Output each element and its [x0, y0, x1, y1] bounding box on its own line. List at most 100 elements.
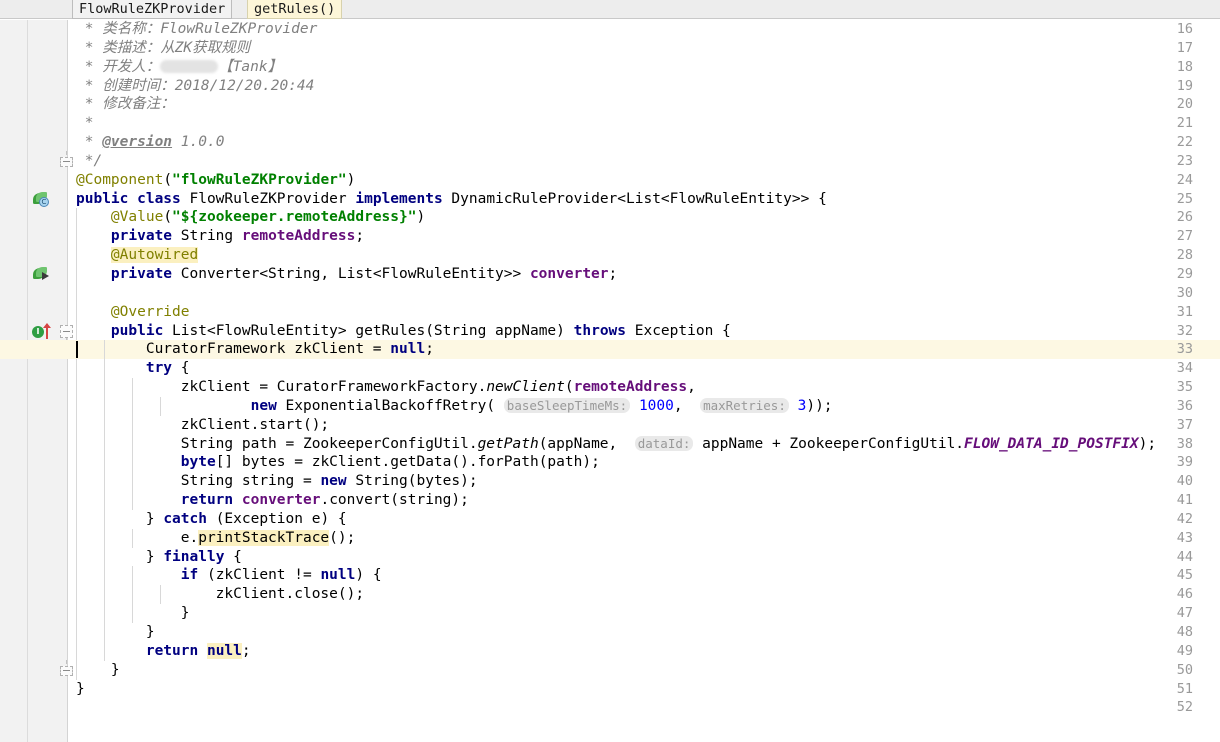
spring-autowired-icon[interactable]	[32, 266, 54, 283]
line-number: 50	[1176, 661, 1193, 678]
line-number: 38	[1176, 435, 1193, 452]
editor-window: FlowRuleZKProvider getRules() 16 * 类名称：F…	[0, 0, 1220, 742]
line-content: @Autowired	[110, 247, 199, 264]
line-content: e.printStackTrace();	[76, 529, 356, 546]
line-number: 29	[1176, 265, 1193, 282]
code-row[interactable]: 17 * 类描述：从ZK获取规则	[0, 39, 1220, 58]
implementing-method-icon[interactable]: I	[32, 322, 54, 340]
line-number: 33	[1176, 341, 1193, 358]
line-content: * 创建时间：2018/12/20.20:44	[76, 77, 315, 94]
code-row[interactable]: 50 }	[0, 659, 1220, 680]
code-row[interactable]: 46 zkClient.close();	[0, 585, 1220, 605]
line-number: 45	[1176, 567, 1193, 584]
line-content: * 类描述：从ZK获取规则	[76, 39, 251, 56]
code-row[interactable]: 39 byte[] bytes = zkClient.getData().for…	[0, 453, 1220, 473]
code-row[interactable]: 30	[0, 283, 1220, 303]
code-row[interactable]: 26 @Value("${zookeeper.remoteAddress}")	[0, 208, 1220, 228]
code-row[interactable]: 38 String path = ZookeeperConfigUtil.get…	[0, 434, 1220, 454]
code-row[interactable]: 43 e.printStackTrace();	[0, 528, 1220, 548]
code-row[interactable]: 40 String string = new String(bytes);	[0, 472, 1220, 492]
line-content: zkClient = CuratorFrameworkFactory.newCl…	[76, 379, 696, 396]
code-row-active[interactable]: 33 CuratorFramework zkClient = null;	[0, 340, 1220, 360]
line-content: } finally {	[76, 548, 242, 565]
breadcrumb-item-method[interactable]: getRules()	[247, 0, 343, 19]
code-row[interactable]: 27 private String remoteAddress;	[0, 227, 1220, 247]
code-row[interactable]: 32 I public List<FlowRuleEntity> getRule…	[0, 321, 1220, 344]
line-number: 22	[1176, 134, 1193, 151]
line-content: */	[76, 152, 103, 169]
inline-hint-dataId[interactable]: dataId:	[634, 435, 694, 451]
line-content: }	[76, 661, 120, 678]
code-row[interactable]: 41 return converter.convert(string);	[0, 491, 1220, 510]
breadcrumb-item-class[interactable]: FlowRuleZKProvider	[72, 0, 233, 19]
line-content: new ExponentialBackoffRetry( baseSleepTi…	[250, 397, 833, 414]
fold-marker[interactable]	[60, 324, 73, 344]
code-row[interactable]: 25 C public class FlowRuleZKProvider imp…	[0, 190, 1220, 209]
code-row[interactable]: 44 } finally {	[0, 547, 1220, 567]
code-row[interactable]: 20 * 修改备注：	[0, 95, 1220, 114]
code-row[interactable]: 16 * 类名称：FlowRuleZKProvider	[0, 20, 1220, 39]
code-row[interactable]: 35 zkClient = CuratorFrameworkFactory.ne…	[0, 378, 1220, 397]
line-number: 21	[1176, 115, 1193, 132]
line-number: 36	[1176, 397, 1193, 414]
code-row[interactable]: 28 @Autowired	[0, 246, 1220, 265]
line-content: return null;	[145, 642, 251, 659]
code-row[interactable]: 31 @Override	[0, 302, 1220, 322]
code-row[interactable]: 21 *	[0, 114, 1220, 133]
line-number: 35	[1176, 379, 1193, 396]
line-content: }	[76, 624, 155, 640]
code-lines: 16 * 类名称：FlowRuleZKProvider 17 * 类描述：从ZK…	[0, 20, 1220, 717]
code-row[interactable]: 47 }	[0, 604, 1220, 623]
breadcrumb: FlowRuleZKProvider getRules()	[0, 0, 1220, 19]
code-row[interactable]: 22 * @version 1.0.0	[0, 133, 1220, 152]
spring-bean-icon[interactable]: C	[32, 191, 54, 208]
line-content: zkClient.start();	[76, 416, 330, 433]
code-row[interactable]: 29 private Converter<String, List<FlowRu…	[0, 264, 1220, 284]
code-row[interactable]: 52	[0, 698, 1220, 717]
line-number: 43	[1176, 529, 1193, 546]
code-row[interactable]: 45 if (zkClient != null) {	[0, 566, 1220, 586]
line-content: }	[76, 680, 85, 697]
code-editor[interactable]: 16 * 类名称：FlowRuleZKProvider 17 * 类描述：从ZK…	[0, 20, 1220, 742]
code-row[interactable]: 42 } catch (Exception e) {	[0, 509, 1220, 529]
line-content: zkClient.close();	[76, 586, 365, 603]
line-number: 41	[1176, 492, 1193, 509]
line-number: 44	[1176, 548, 1193, 565]
code-row[interactable]: 36 new ExponentialBackoffRetry( baseSlee…	[0, 396, 1220, 416]
fold-marker[interactable]	[60, 659, 73, 677]
line-number: 17	[1176, 39, 1193, 56]
line-number: 46	[1176, 586, 1193, 603]
line-number: 42	[1176, 510, 1193, 527]
line-content: String string = new String(bytes);	[76, 473, 478, 490]
line-content: } catch (Exception e) {	[76, 510, 347, 527]
code-row[interactable]: 51 }	[0, 680, 1220, 699]
code-row[interactable]: 48 }	[0, 623, 1220, 642]
line-content: public class FlowRuleZKProvider implemen…	[76, 190, 827, 207]
line-number: 16	[1176, 21, 1193, 37]
line-number: 48	[1176, 624, 1193, 640]
code-row[interactable]: 34 try {	[0, 359, 1220, 379]
inline-hint-baseSleepTimeMs[interactable]: baseSleepTimeMs:	[503, 397, 631, 413]
code-row[interactable]: 23 */	[0, 150, 1220, 171]
line-number: 37	[1176, 416, 1193, 433]
line-number: 31	[1176, 303, 1193, 320]
line-content: public List<FlowRuleEntity> getRules(Str…	[110, 322, 731, 339]
line-number: 51	[1176, 680, 1193, 697]
line-content: try {	[145, 360, 190, 377]
line-content: * @version 1.0.0	[76, 134, 225, 151]
inline-hint-maxRetries[interactable]: maxRetries:	[700, 397, 789, 413]
line-number: 40	[1176, 473, 1193, 490]
line-number: 30	[1176, 284, 1193, 301]
fold-marker[interactable]	[60, 150, 73, 168]
line-number: 26	[1176, 209, 1193, 226]
line-content: @Value("${zookeeper.remoteAddress}")	[110, 209, 426, 226]
line-number: 47	[1176, 605, 1193, 622]
code-row[interactable]: 24 @Component("flowRuleZKProvider")	[0, 171, 1220, 190]
line-number: 18	[1176, 58, 1193, 75]
code-row[interactable]: 49 return null;	[0, 641, 1220, 661]
code-row[interactable]: 37 zkClient.start();	[0, 415, 1220, 435]
code-row[interactable]: 19 * 创建时间：2018/12/20.20:44	[0, 77, 1220, 96]
line-number: 32	[1176, 322, 1193, 339]
line-number: 27	[1176, 228, 1193, 245]
code-row[interactable]: 18 * 开发人： 【Tank】	[0, 58, 1220, 77]
